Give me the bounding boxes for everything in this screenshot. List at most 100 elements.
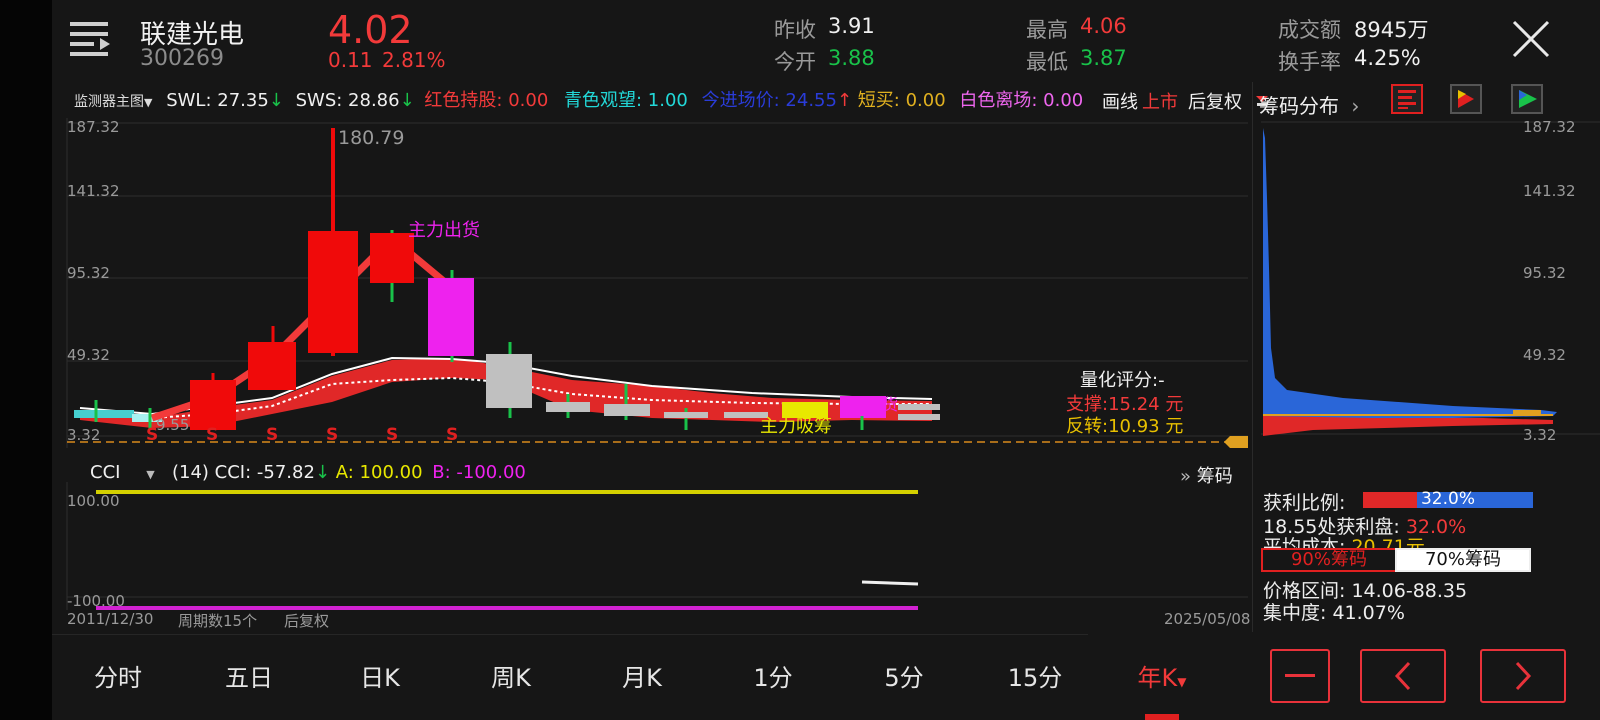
short-buy-value: 短买: 0.00	[857, 90, 946, 111]
chevron-left-icon	[1394, 661, 1411, 691]
high-value: 4.06	[1080, 14, 1127, 38]
period-count: 周期数15个	[178, 612, 258, 630]
quant-score-label: 量化评分:-	[1080, 370, 1165, 391]
tab-daily-k[interactable]: 日K	[360, 658, 400, 693]
main-force-selling-label: 主力出货	[408, 220, 480, 241]
tab-yearly-k[interactable]: 年K▼	[1138, 658, 1187, 693]
chip-distribution-panel: 筹码分布 › 187.32 141.32 95.32 49.32 3.32 获利…	[1252, 82, 1600, 632]
ma-line-toggle[interactable]: 画线	[1102, 88, 1138, 114]
chip-axis-label: 95.32	[1523, 264, 1566, 282]
chip-view-arrow-icon[interactable]	[1511, 84, 1543, 114]
close-icon[interactable]	[1512, 20, 1550, 58]
prev-button[interactable]	[1360, 649, 1446, 703]
prev-close-value: 3.91	[828, 14, 875, 38]
sws-value: SWS: 28.86	[295, 90, 400, 111]
entry-price-value: 今进场价: 24.55	[701, 90, 837, 111]
open-label: 今开	[774, 50, 816, 74]
price-axis-label: 141.32	[67, 182, 120, 200]
tab-intraday[interactable]: 分时	[94, 658, 142, 693]
turnover-value: 8945万	[1354, 18, 1429, 42]
chip-axis-label: 187.32	[1523, 118, 1576, 136]
chip-axis-label: 3.32	[1523, 426, 1557, 444]
down-arrow-icon: ↓	[314, 462, 331, 483]
chip-tab-90-label: 90%筹码	[1290, 549, 1367, 570]
turnover-rate-label: 换手率	[1278, 50, 1341, 74]
profit-ratio-bar: 32.0%	[1363, 489, 1533, 509]
stock-chart-app: 联建光电 300269 4.02 0.11 2.81% 昨收 3.91 今开 3…	[52, 0, 1600, 720]
chip-tab-70[interactable]: 70%筹码	[1395, 548, 1531, 572]
cci-value: (14) CCI: -57.82	[172, 462, 315, 483]
cci-name: CCI	[90, 462, 121, 483]
start-date: 2011/12/30	[67, 610, 154, 628]
chip-tab-90[interactable]: 90%筹码	[1261, 548, 1397, 572]
low-label: 最低	[1026, 50, 1068, 74]
avg-cost-row: 平均成本: 20.71元	[1263, 532, 1425, 548]
small-annotation: 货	[882, 395, 898, 414]
down-arrow-icon: ↓	[399, 90, 415, 111]
swl-value: SWL: 27.35	[166, 90, 269, 111]
next-button[interactable]	[1480, 649, 1566, 703]
adjust-toggle[interactable]: 后复权	[1188, 88, 1242, 114]
tab-1min[interactable]: 1分	[753, 658, 792, 693]
tab-15min[interactable]: 15分	[1008, 658, 1063, 693]
main-chart[interactable]: S S S S S S 180.79 9.55 主力出货 主力吸筹 货 量化评分…	[52, 118, 1252, 458]
chevron-down-icon: ▼	[144, 96, 153, 109]
tab-weekly-k[interactable]: 周K	[491, 658, 531, 693]
chip-view-list-icon[interactable]	[1391, 84, 1423, 114]
cci-params: (14) CCI: -57.82↓ A: 100.00 B: -100.00	[172, 462, 526, 483]
red-hold-value: 红色持股: 0.00	[424, 90, 549, 111]
price-axis-label: 49.32	[67, 346, 110, 364]
profit-ratio-value: 32.0%	[1420, 489, 1475, 509]
cci-axis-bottom: -100.00	[67, 592, 125, 610]
low-price-label: 9.55	[156, 416, 189, 434]
white-exit-value: 白色离场: 0.00	[959, 90, 1084, 111]
chip-panel-title-text: 筹码分布	[1259, 94, 1339, 118]
low-value: 3.87	[1080, 46, 1127, 70]
chevron-down-icon: ▼	[1177, 675, 1187, 689]
stock-code: 300269	[140, 46, 224, 71]
s-marker: S	[326, 425, 338, 445]
tab-five-day[interactable]: 五日	[225, 658, 273, 693]
adjust-label: 后复权	[284, 612, 330, 630]
cci-indicator-selector[interactable]: CCI ▼	[90, 462, 155, 483]
chip-axis-label: 49.32	[1523, 346, 1566, 364]
price-axis-label: 187.32	[67, 118, 120, 136]
price-change-pct: 2.81%	[382, 48, 446, 72]
avg-cost-label: 平均成本:	[1263, 536, 1346, 548]
tab-monthly-k[interactable]: 月K	[622, 658, 662, 693]
cci-b-value: B: -100.00	[432, 462, 526, 483]
chip-view-flag-icon[interactable]	[1450, 84, 1482, 114]
turnover-label: 成交额	[1278, 18, 1341, 42]
tab-yearly-k-label: 年K	[1137, 664, 1178, 692]
profit-ratio-label: 获利比例:	[1263, 492, 1346, 514]
s-marker: S	[206, 425, 218, 445]
monitor-dropdown[interactable]: 监测器主图▼	[74, 94, 152, 110]
zoom-out-button[interactable]	[1270, 649, 1330, 703]
indicator-bar: 监测器主图▼ SWL: 27.35↓ SWS: 28.86↓ 红色持股: 0.0…	[74, 86, 1083, 114]
prev-close-label: 昨收	[774, 18, 816, 42]
s-marker: S	[266, 425, 278, 445]
chevron-down-icon: ▼	[146, 468, 155, 481]
turnover-rate-value: 4.25%	[1354, 46, 1421, 70]
high-label: 最高	[1026, 18, 1068, 42]
chip-panel-title[interactable]: 筹码分布 ›	[1259, 90, 1359, 119]
avg-cost-value: 20.71元	[1351, 536, 1425, 548]
tab-5min[interactable]: 5分	[884, 658, 923, 693]
active-tab-indicator	[1145, 714, 1179, 720]
menu-icon[interactable]	[70, 22, 112, 56]
price-change: 0.11	[328, 48, 373, 72]
chip-tab-70-label: 70%筹码	[1424, 549, 1501, 570]
monitor-label: 监测器主图	[74, 94, 144, 110]
cci-chart[interactable]	[52, 482, 1252, 612]
price-axis-label: 3.32	[67, 426, 101, 444]
open-value: 3.88	[828, 46, 875, 70]
up-arrow-icon: ↑	[836, 90, 853, 111]
end-date: 2025/05/08	[1164, 610, 1251, 628]
reversal-label: 反转:10.93 元	[1066, 416, 1183, 437]
chevron-right-icon: ›	[1351, 94, 1360, 118]
s-marker: S	[446, 425, 458, 445]
down-arrow-icon: ↓	[268, 90, 284, 111]
listing-toggle[interactable]: 上市	[1142, 88, 1178, 114]
chip-axis-label: 141.32	[1523, 182, 1576, 200]
s-marker: S	[386, 425, 398, 445]
